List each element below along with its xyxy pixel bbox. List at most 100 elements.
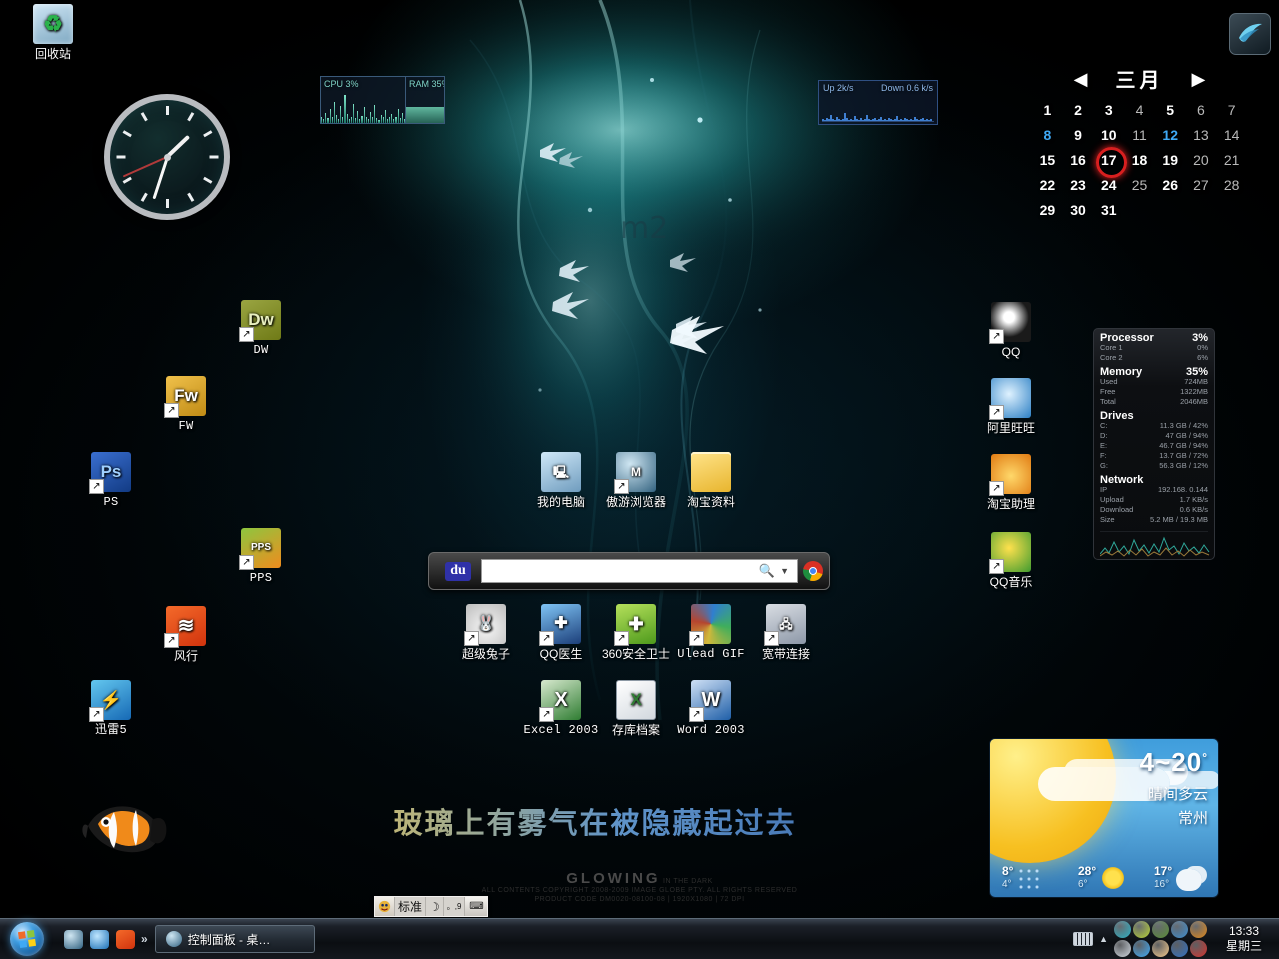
calendar-day[interactable]: 24 [1093, 177, 1124, 193]
calendar-day[interactable]: 14 [1216, 127, 1247, 143]
calendar-day[interactable]: 29 [1032, 202, 1063, 218]
tray-icon[interactable] [1114, 940, 1131, 957]
calendar-day-today[interactable]: 17 [1093, 147, 1127, 178]
desktop-icon-淘宝助理[interactable]: 淘宝助理 [968, 454, 1054, 511]
tray-icon[interactable] [1190, 940, 1207, 957]
quick-launch-傲游浏览器[interactable] [64, 929, 83, 949]
desktop-icon-Excel 2003[interactable]: X Excel 2003 [518, 680, 604, 737]
calendar-prev-arrow[interactable]: ◀ [1074, 70, 1088, 88]
calendar-day[interactable]: 22 [1032, 177, 1063, 193]
calendar-day[interactable]: 1 [1032, 102, 1063, 118]
desktop-icon-我的电脑[interactable]: 🖳 我的电脑 [518, 452, 604, 509]
task-button-list[interactable]: 控制面板 - 桌… [154, 925, 1073, 953]
start-button[interactable] [0, 920, 54, 959]
taskbar[interactable]: » 控制面板 - 桌… ▲ 13:33 星期三 [0, 918, 1279, 959]
desktop-icon-PS[interactable]: Ps PS [68, 452, 154, 509]
tray-icon-grid[interactable] [1114, 921, 1207, 957]
desktop-icon-超级兔子[interactable]: 🐰 超级兔子 [443, 604, 529, 661]
calendar-grid[interactable]: 1 2 3 4 5 6 7 8 9 10 11 12 13 14 15 16 17 18 19 20 21 22 23 24 2… [1032, 102, 1247, 218]
desktop[interactable]: m2 CPU 3% RAM 35% Up 2k/s Do [0, 0, 1279, 959]
baidu-search-bar[interactable]: du 🔍 ▼ [428, 552, 830, 590]
calendar-day[interactable]: 27 [1186, 177, 1217, 193]
tray-icon[interactable] [1114, 921, 1131, 938]
tray-icon[interactable] [1190, 921, 1207, 938]
calendar-day[interactable]: 31 [1093, 202, 1124, 218]
calendar-day[interactable]: 20 [1186, 152, 1217, 168]
calendar-day[interactable]: 11 [1124, 127, 1155, 143]
desktop-icon-阿里旺旺[interactable]: 阿里旺旺 [968, 378, 1054, 435]
calendar-day[interactable]: 21 [1216, 152, 1247, 168]
desktop-icon-Ulead GIF[interactable]: Ulead GIF [668, 604, 754, 661]
calendar-day[interactable]: 23 [1063, 177, 1094, 193]
network-meter-gadget[interactable]: Up 2k/s Down 0.6 k/s [818, 80, 938, 125]
task-button[interactable]: 控制面板 - 桌… [154, 925, 315, 953]
quick-launch-bar[interactable] [54, 929, 139, 949]
calendar-day[interactable]: 13 [1186, 127, 1217, 143]
ime-status[interactable]: 标准 [395, 897, 427, 916]
tray-icon[interactable] [1152, 940, 1169, 957]
desktop-icon-风行[interactable]: ≋ 风行 [143, 606, 229, 663]
desktop-icon-宽带连接[interactable]: 🖧 宽带连接 [743, 604, 829, 661]
desktop-icon-淘宝资料[interactable]: 淘宝资料 [668, 452, 754, 509]
desktop-icon-FW[interactable]: Fw FW [143, 376, 229, 433]
search-icon[interactable]: 🔍 [756, 563, 778, 579]
desktop-icon-Word 2003[interactable]: W Word 2003 [668, 680, 754, 737]
desktop-icon-迅雷5[interactable]: ⚡ 迅雷5 [68, 680, 154, 737]
tray-icon[interactable] [1171, 940, 1188, 957]
calendar-day[interactable]: 25 [1124, 177, 1155, 193]
quick-launch-Internet Explorer[interactable] [90, 929, 109, 949]
ime-moon-icon[interactable]: ☽ [426, 897, 444, 916]
brand-logo[interactable] [1229, 13, 1271, 55]
desktop-icon-傲游浏览器[interactable]: M 傲游浏览器 [593, 452, 679, 509]
calendar-day[interactable]: 7 [1216, 102, 1247, 118]
calendar-day[interactable]: 6 [1186, 102, 1217, 118]
ime-soft-keyboard-icon[interactable]: ⌨ [465, 897, 488, 916]
calendar-day[interactable]: 18 [1124, 152, 1155, 168]
analog-clock-gadget[interactable] [104, 94, 230, 220]
calendar-next-arrow[interactable]: ▶ [1192, 70, 1206, 88]
ime-language-bar[interactable]: 标准 ☽ 。,9 ⌨ [374, 896, 489, 917]
calendar-day[interactable]: 10 [1093, 127, 1124, 143]
calendar-day[interactable]: 8 [1032, 127, 1063, 143]
calendar-day[interactable]: 9 [1063, 127, 1094, 143]
calendar-day[interactable]: 26 [1155, 177, 1186, 193]
browser-icon[interactable] [803, 561, 823, 581]
ime-punctuation-toggle[interactable]: 。,9 [444, 897, 466, 916]
tray-icon[interactable] [1171, 921, 1188, 938]
desktop-icon-QQ音乐[interactable]: QQ音乐 [968, 532, 1054, 589]
cpu-ram-meter-gadget[interactable]: CPU 3% RAM 35% [320, 76, 445, 124]
tray-icon[interactable] [1133, 921, 1150, 938]
desktop-icon-存库档案[interactable]: X 存库档案 [593, 680, 679, 737]
search-input[interactable] [486, 561, 756, 581]
quick-launch-overflow-icon[interactable]: » [139, 932, 155, 946]
task-button-icon [165, 931, 182, 947]
system-tray[interactable]: ▲ 13:33 星期三 [1073, 921, 1279, 957]
calendar-day[interactable]: 28 [1216, 177, 1247, 193]
calendar-gadget[interactable]: ◀ 三月 ▶ 1 2 3 4 5 6 7 8 9 10 11 12 13 14 15 16 17 18 19 20 21… [1032, 64, 1247, 219]
calendar-day[interactable]: 19 [1155, 152, 1186, 168]
calendar-day[interactable]: 16 [1063, 152, 1094, 168]
system-info-gadget[interactable]: Processor 3% Core 1 0% Core 2 6% Memory 35% Used… [1093, 328, 1215, 560]
search-field-wrap[interactable]: 🔍 ▼ [481, 559, 798, 583]
keyboard-icon[interactable] [1073, 932, 1094, 946]
calendar-day[interactable]: 3 [1093, 102, 1124, 118]
calendar-day[interactable]: 30 [1063, 202, 1094, 218]
desktop-icon-QQ[interactable]: QQ [968, 302, 1054, 359]
taskbar-clock[interactable]: 13:33 星期三 [1213, 924, 1273, 954]
desktop-icon-360安全卫士[interactable]: ✚ 360安全卫士 [593, 604, 679, 661]
ime-logo-icon[interactable] [375, 897, 395, 916]
calendar-day[interactable]: 2 [1063, 102, 1094, 118]
tray-icon[interactable] [1152, 921, 1169, 938]
calendar-day[interactable]: 15 [1032, 152, 1063, 168]
desktop-icon-回收站[interactable]: ♻ 回收站 [10, 4, 96, 61]
desktop-icon-QQ医生[interactable]: ✚ QQ医生 [518, 604, 604, 661]
tray-icon[interactable] [1133, 940, 1150, 957]
calendar-day[interactable]: 12 [1155, 127, 1186, 143]
quick-launch-风行[interactable] [116, 929, 135, 949]
calendar-day[interactable]: 5 [1155, 102, 1186, 118]
chevron-down-icon[interactable]: ▼ [778, 566, 793, 576]
desktop-icon-DW[interactable]: Dw DW [218, 300, 304, 357]
calendar-day[interactable]: 4 [1124, 102, 1155, 118]
show-hidden-icons-icon[interactable]: ▲ [1099, 934, 1108, 944]
desktop-icon-PPS[interactable]: PPS PPS [218, 528, 304, 585]
